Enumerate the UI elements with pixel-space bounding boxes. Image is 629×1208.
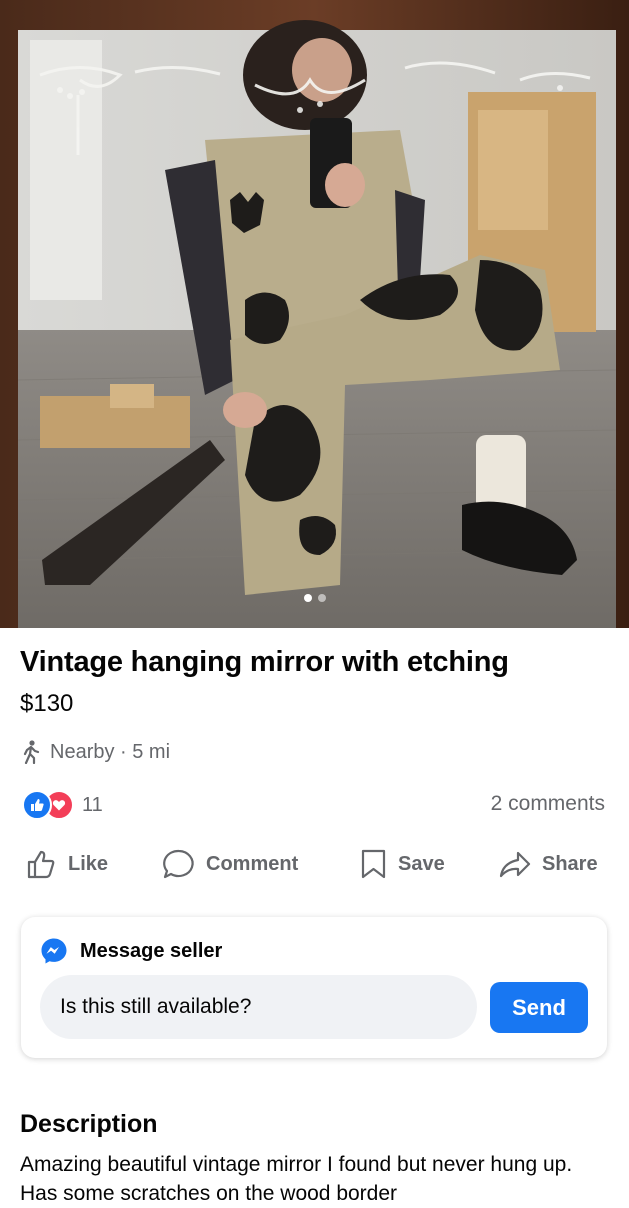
share-label: Share [542, 852, 598, 875]
save-button[interactable]: Save [360, 848, 445, 880]
mirror-photo-illustration [0, 0, 629, 628]
listing-location: Nearby · 5 mi [20, 740, 170, 764]
pager-dot-active[interactable] [303, 594, 312, 602]
image-pager[interactable] [303, 594, 326, 602]
message-input[interactable] [40, 975, 477, 1039]
save-label: Save [398, 852, 445, 875]
reactions-summary[interactable]: 11 [22, 790, 103, 820]
like-button[interactable]: Like [26, 848, 108, 880]
speech-bubble-icon [163, 849, 194, 879]
pager-dot[interactable] [317, 594, 326, 602]
listing-price: $130 [20, 690, 74, 717]
reaction-count: 11 [82, 793, 103, 816]
like-label: Like [68, 852, 109, 875]
comment-label: Comment [206, 852, 299, 875]
messenger-icon [41, 938, 67, 964]
listing-title: Vintage hanging mirror with etching [20, 646, 509, 678]
message-seller-header: Message seller [40, 937, 222, 965]
message-seller-card: Message seller Send [21, 917, 607, 1058]
location-text: Nearby · 5 mi [50, 740, 171, 763]
share-button[interactable]: Share [498, 848, 598, 880]
thumbs-up-icon [27, 850, 55, 879]
message-seller-title: Message seller [80, 939, 223, 962]
description-title: Description [20, 1110, 158, 1138]
walking-person-icon [23, 740, 40, 764]
listing-photo[interactable] [0, 0, 629, 628]
send-button[interactable]: Send [490, 982, 588, 1033]
description-text: Amazing beautiful vintage mirror I found… [20, 1153, 573, 1205]
bookmark-icon [361, 849, 386, 879]
share-arrow-icon [499, 851, 531, 878]
comment-button[interactable]: Comment [162, 848, 298, 880]
thumbs-up-icon [22, 790, 52, 820]
action-bar: Like Comment Save Share [0, 848, 629, 892]
comments-count-link[interactable]: 2 comments [491, 792, 605, 816]
